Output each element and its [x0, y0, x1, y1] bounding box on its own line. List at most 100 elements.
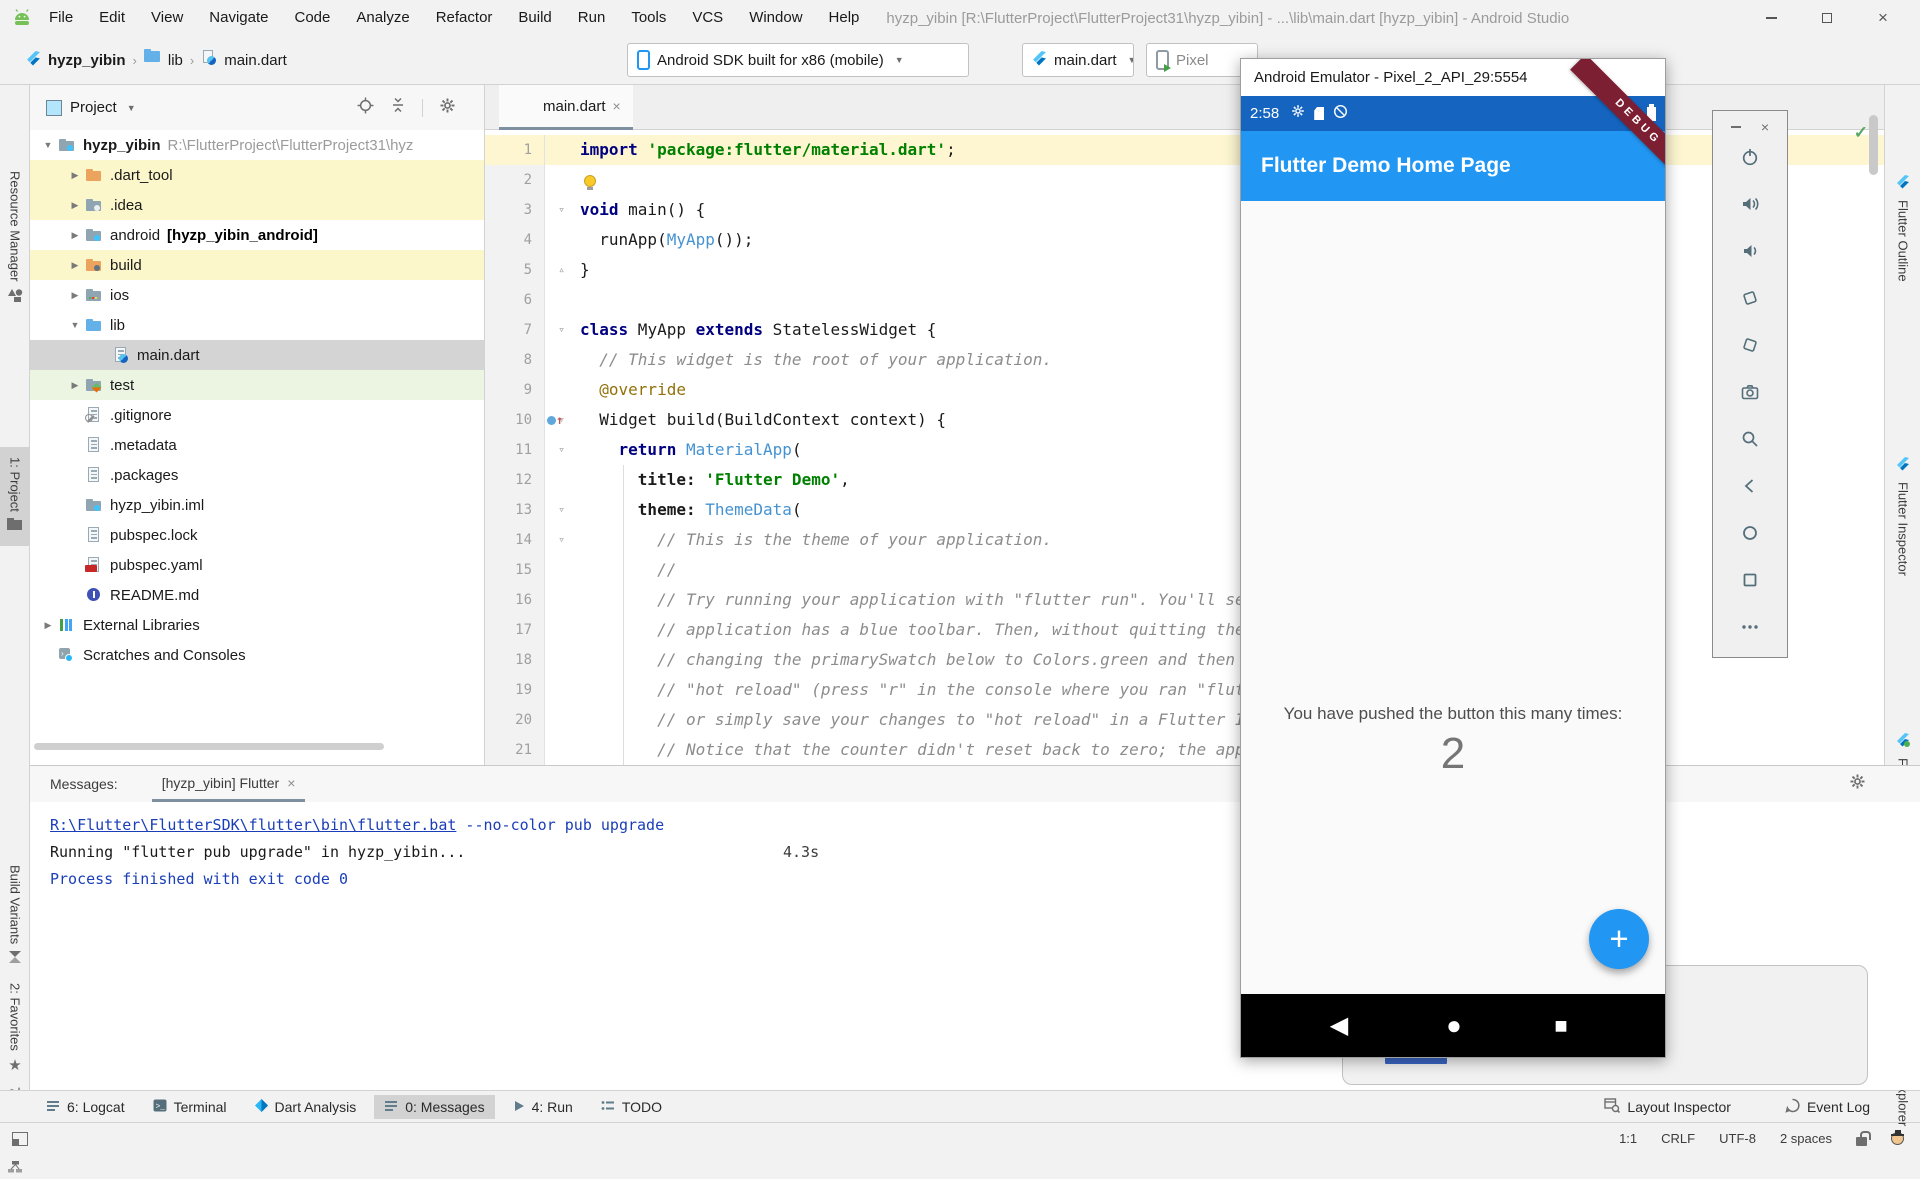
tree-expanded-icon[interactable]: ▼	[38, 140, 58, 150]
tree-collapsed-icon[interactable]: ▶	[38, 620, 58, 631]
toolwindow-button-todo[interactable]: TODO	[591, 1095, 672, 1119]
code-editor[interactable]: 1import 'package:flutter/material.dart';…	[485, 130, 1884, 765]
toolwindow-button-0-messages[interactable]: 0: Messages	[374, 1095, 494, 1119]
tree-item-pubspec-lock[interactable]: pubspec.lock	[30, 520, 484, 550]
menu-view[interactable]: View	[138, 0, 196, 36]
close-tab-icon[interactable]: ×	[287, 775, 295, 791]
code-line-17[interactable]: 17 // application has a blue toolbar. Th…	[485, 615, 1884, 645]
caret-position[interactable]: 1:1	[1619, 1131, 1637, 1146]
rotate-right-button[interactable]	[1739, 335, 1761, 355]
camera-button[interactable]	[1739, 382, 1761, 402]
code-line-15[interactable]: 15 //	[485, 555, 1884, 585]
code-line-9[interactable]: 9 @override	[485, 375, 1884, 405]
readonly-lock-icon[interactable]	[1856, 1137, 1867, 1146]
tree-item-build[interactable]: ▶build	[30, 250, 484, 280]
menu-file[interactable]: File	[36, 0, 86, 36]
fold-marker-icon[interactable]: ▿	[558, 203, 565, 216]
minimize-emulator-icon[interactable]	[1731, 126, 1741, 128]
tree-collapsed-icon[interactable]: ▶	[65, 230, 85, 241]
breadcrumb-item-hyzp-yibin[interactable]: hyzp_yibin	[48, 52, 126, 69]
toolwindow-button-4-run[interactable]: 4: Run	[503, 1095, 583, 1119]
menu-run[interactable]: Run	[565, 0, 619, 36]
code-line-7[interactable]: 7▿class MyApp extends StatelessWidget {	[485, 315, 1884, 345]
menu-code[interactable]: Code	[281, 0, 343, 36]
tree-item-test[interactable]: ▶test	[30, 370, 484, 400]
tree-collapsed-icon[interactable]: ▶	[65, 170, 85, 181]
code-line-16[interactable]: 16 // Try running your application with …	[485, 585, 1884, 615]
tree-item-pubspec-yaml[interactable]: pubspec.yaml	[30, 550, 484, 580]
tree-collapsed-icon[interactable]: ▶	[65, 200, 85, 211]
toolwindow-button-dart-analysis[interactable]: Dart Analysis	[245, 1095, 367, 1119]
editor-scrollbar[interactable]	[1869, 115, 1878, 175]
menu-window[interactable]: Window	[736, 0, 815, 36]
tree-item-dart-tool[interactable]: ▶.dart_tool	[30, 160, 484, 190]
code-line-18[interactable]: 18 // changing the primarySwatch below t…	[485, 645, 1884, 675]
menu-tools[interactable]: Tools	[618, 0, 679, 36]
volume-down-button[interactable]	[1739, 241, 1761, 261]
overview-button[interactable]	[1739, 570, 1761, 590]
menu-edit[interactable]: Edit	[86, 0, 138, 36]
close-window-icon[interactable]: ×	[1870, 8, 1896, 28]
code-line-1[interactable]: 1import 'package:flutter/material.dart';	[485, 135, 1884, 165]
chevron-down-icon[interactable]: ▼	[127, 103, 136, 113]
tree-collapsed-icon[interactable]: ▶	[65, 380, 85, 391]
settings-gear-icon[interactable]	[439, 97, 456, 119]
line-separator[interactable]: CRLF	[1661, 1131, 1695, 1146]
code-line-4[interactable]: 4 runApp(MyApp());	[485, 225, 1884, 255]
breadcrumb-item-lib[interactable]: lib	[168, 52, 183, 69]
minimize-window-icon[interactable]	[1758, 8, 1784, 28]
code-line-2[interactable]: 2	[485, 165, 1884, 195]
run-config-dropdown[interactable]: main.dart ▼	[1022, 43, 1134, 77]
editor-area[interactable]: main.dart × 1import 'package:flutter/mat…	[485, 85, 1884, 765]
fold-marker-icon[interactable]: ▿	[558, 323, 565, 336]
menu-analyze[interactable]: Analyze	[343, 0, 422, 36]
nav-home-button[interactable]: ●	[1434, 994, 1474, 1057]
sidebar-item-resource-manager[interactable]: Resource Manager	[0, 171, 30, 308]
tool-window-switcher-icon[interactable]	[12, 1132, 28, 1146]
sidebar-item-2-favorites[interactable]: 2: Favorites★	[0, 983, 30, 1075]
back-button[interactable]	[1739, 476, 1761, 496]
override-marker-icon[interactable]: ↑	[547, 415, 563, 425]
tree-item-android[interactable]: ▶android[hyzp_yibin_android]	[30, 220, 484, 250]
breadcrumb-item-main-dart[interactable]: main.dart	[224, 52, 287, 69]
code-line-14[interactable]: 14▿ // This is the theme of your applica…	[485, 525, 1884, 555]
menu-help[interactable]: Help	[816, 0, 873, 36]
settings-gear-icon[interactable]	[1849, 773, 1866, 795]
toolwindow-button-terminal[interactable]: >_Terminal	[143, 1095, 237, 1119]
menu-navigate[interactable]: Navigate	[196, 0, 281, 36]
menu-build[interactable]: Build	[505, 0, 564, 36]
tree-item-main-dart[interactable]: main.dart	[30, 340, 484, 370]
close-tab-icon[interactable]: ×	[613, 98, 621, 114]
sidebar-item-1-project[interactable]: 1: Project	[0, 447, 30, 546]
console-link[interactable]: R:\Flutter\FlutterSDK\flutter\bin\flutte…	[50, 816, 456, 834]
tree-item-gitignore[interactable]: .gitignore	[30, 400, 484, 430]
close-emulator-icon[interactable]: ×	[1761, 119, 1769, 135]
inspections-hector-icon[interactable]	[1891, 1132, 1904, 1145]
tree-item-external-libraries[interactable]: ▶External Libraries	[30, 610, 484, 640]
inspections-ok-icon[interactable]: ✓	[1854, 123, 1868, 143]
tab-main-dart[interactable]: main.dart ×	[499, 85, 633, 130]
tree-item-hyzp-yibin[interactable]: ▼hyzp_yibinR:\FlutterProject\FlutterProj…	[30, 130, 484, 160]
code-line-8[interactable]: 8 // This widget is the root of your app…	[485, 345, 1884, 375]
statusbar-button-event-log[interactable]: Event Log	[1775, 1094, 1880, 1120]
tree-expanded-icon[interactable]: ▼	[65, 320, 85, 330]
code-line-11[interactable]: 11▿ return MaterialApp(	[485, 435, 1884, 465]
tree-item-hyzp-yibin-iml[interactable]: hyzp_yibin.iml	[30, 490, 484, 520]
collapse-all-icon[interactable]	[390, 97, 406, 118]
menu-refactor[interactable]: Refactor	[423, 0, 506, 36]
nav-back-button[interactable]: ◀	[1319, 994, 1359, 1057]
sidebar-item-flutter-outline[interactable]: Flutter Outline	[1885, 175, 1920, 282]
code-line-12[interactable]: 12 title: 'Flutter Demo',	[485, 465, 1884, 495]
project-view-selector[interactable]: Project	[70, 99, 117, 116]
messages-flutter-tab[interactable]: [hyzp_yibin] Flutter ×	[152, 766, 306, 802]
fold-marker-icon[interactable]: ▿	[558, 443, 565, 456]
locate-file-icon[interactable]	[357, 97, 374, 119]
code-line-3[interactable]: 3▿void main() {	[485, 195, 1884, 225]
fold-marker-icon[interactable]: ▵	[558, 263, 565, 276]
code-line-10[interactable]: 10▿↑ Widget build(BuildContext context) …	[485, 405, 1884, 435]
tree-item-readme-md[interactable]: README.md	[30, 580, 484, 610]
code-line-19[interactable]: 19 // "hot reload" (press "r" in the con…	[485, 675, 1884, 705]
maximize-window-icon[interactable]	[1814, 8, 1840, 28]
intention-bulb-icon[interactable]	[584, 175, 596, 187]
home-button[interactable]	[1739, 523, 1761, 543]
